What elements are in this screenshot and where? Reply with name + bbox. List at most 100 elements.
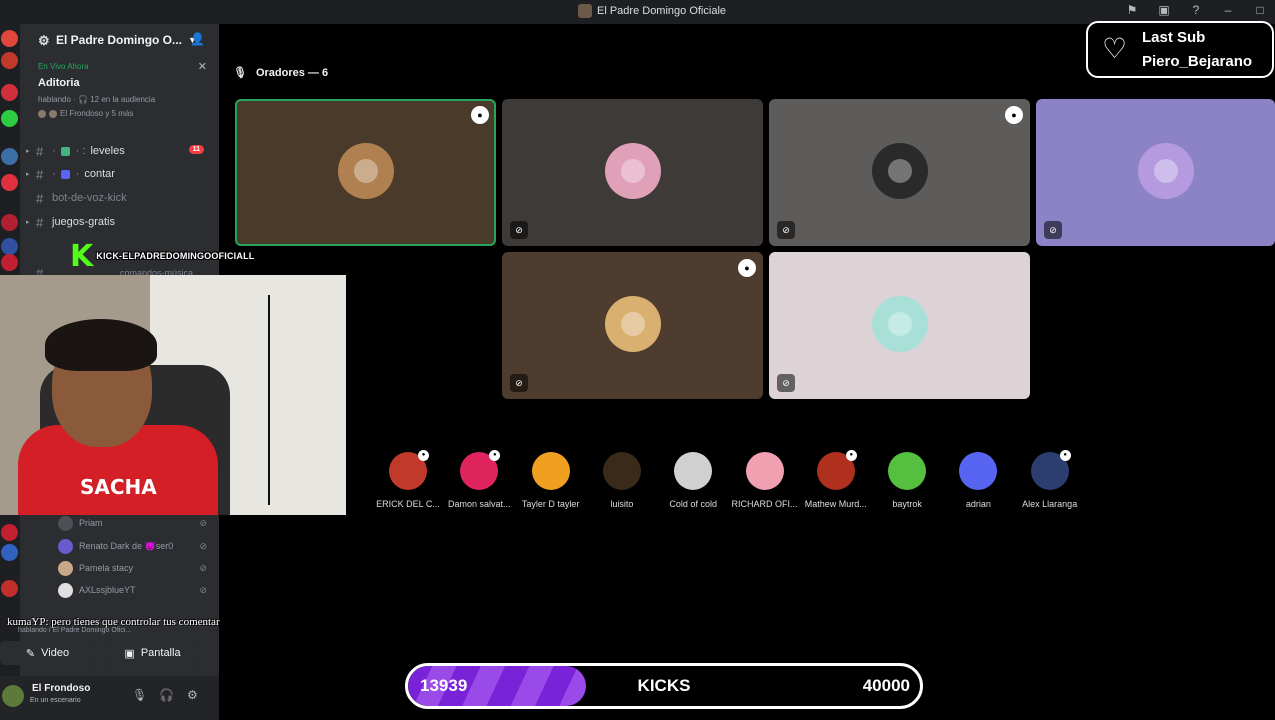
server-icon[interactable] [1,148,18,165]
server-icon[interactable] [1,52,18,69]
server-name: El Padre Domingo O... [56,33,183,47]
voice-user[interactable]: Priam ⊘ [58,514,213,532]
audience-name: Mathew Murd... [804,499,867,509]
audience-name: ERICK DEL C... [376,499,440,509]
server-icon[interactable] [1,174,18,191]
audience-member[interactable]: ● ERICK DEL C... [372,450,444,509]
moderator-icon: ● [845,450,857,461]
close-icon[interactable]: ✕ [198,60,207,73]
audience-member[interactable]: ● Mathew Murd... [800,450,872,509]
channel-label: leveles [90,145,125,157]
invite-icon[interactable]: 👤 [190,32,205,46]
server-icon[interactable] [1,214,18,231]
audience-member[interactable]: Tayler D tayler [515,452,587,509]
screen-share-icon: ▣ [124,647,135,660]
channel-emoji-icon [60,169,70,179]
speaker-tile[interactable]: ● [235,99,496,246]
channel-juegos-gratis[interactable]: ▸ # juegos-gratis [26,211,216,233]
channel-leveles[interactable]: ▸ # · · : leveles 11 [26,140,216,162]
server-icon[interactable] [1,254,18,271]
voice-user[interactable]: AXLssjblueYT ⊘ [58,581,213,599]
speaker-tile[interactable]: ⊘ [1036,99,1275,246]
audience-name: luisito [610,499,634,509]
channel-contar[interactable]: ▸ # · · contar [26,163,216,185]
speaker-tile[interactable]: ⊘ [502,99,763,246]
avatar [58,538,73,554]
minimize-icon[interactable]: – [1219,3,1237,17]
voice-user[interactable]: Renato Dark de 😈ser0 ⊘ [58,537,213,555]
audience-member[interactable]: ● Damon salvat... [443,450,515,509]
audience-member[interactable]: ● Alex Llaranga [1014,450,1086,509]
channel-bot-de-voz-kick[interactable]: # bot-de-voz-kick [26,187,216,209]
hash-icon: # [36,143,44,159]
server-icon[interactable] [1,544,18,561]
moderator-icon: ● [471,106,489,124]
server-settings-icon: ⚙ [38,33,50,48]
video-button[interactable]: ✎ Video [0,641,95,665]
avatar [1138,143,1194,199]
last-sub-name: Piero_Bejarano [1142,53,1253,70]
avatar[interactable] [2,685,24,707]
avatar [531,452,570,490]
video-off-icon: ✎ [25,647,36,660]
audience-member[interactable]: RICHARD OFI... [729,452,801,509]
voice-actions: ✎ Video ▣ Pantalla [0,641,219,667]
audience-name: Cold of cold [669,499,717,509]
heart-icon: ♡ [1102,33,1128,64]
audience-member[interactable]: luisito [586,452,658,509]
window-title: El Padre Domingo Oficiale [578,4,726,18]
user-status: En un escenario [30,697,81,704]
server-icon[interactable] [1,84,18,101]
voice-connection-sub: hablando / El Padre Domingo Ofici... [18,627,132,634]
maximize-icon[interactable]: □ [1251,3,1269,17]
speaker-tile[interactable]: ⊘ ● [769,99,1030,246]
inbox-icon[interactable]: ▣ [1155,3,1173,17]
server-icon[interactable] [1,30,18,47]
server-header[interactable]: ⚙ El Padre Domingo O... ▼ 👤 [20,24,219,56]
voice-user[interactable]: Pamela stacy ⊘ [58,559,213,577]
titlebar-controls: ⚑ ▣ ? – □ [1123,3,1269,17]
avatar [58,560,73,576]
server-icon[interactable] [1,524,18,541]
flag-icon[interactable]: ⚑ [1123,3,1141,17]
mic-muted-icon: ⊘ [510,221,528,239]
microphone-icon: 🎙 [233,67,247,79]
screen-share-button[interactable]: ▣ Pantalla [105,641,200,665]
avatar: ● [389,450,429,490]
channel-emoji-icon [60,146,70,156]
server-icon [578,4,592,18]
microphone-icon[interactable]: 🎙 [132,688,147,702]
moderator-icon: ● [418,450,429,461]
moderator-icon: ● [738,259,756,277]
title-bar: El Padre Domingo Oficiale ⚑ ▣ ? – □ [0,0,1275,24]
speaker-tile[interactable]: ⊘ [769,252,1030,399]
webcam-feed: SACHA [0,275,346,515]
audience-member[interactable]: adrian [942,452,1014,509]
channel-label: juegos-gratis [52,216,115,228]
kicks-label: KICKS [637,676,691,695]
avatar [959,452,998,490]
help-icon[interactable]: ? [1187,3,1205,17]
server-icon[interactable] [1,110,18,127]
settings-icon[interactable]: ⚙ [187,688,198,702]
caret-icon: ▸ [26,148,30,155]
hash-icon: # [36,166,44,182]
kick-handle-banner: K KICK-ELPADREDOMINGOOFICIALL [70,239,254,274]
server-icon[interactable] [1,580,18,597]
server-icon[interactable] [1,238,18,255]
audience-name: Tayler D tayler [521,499,580,509]
avatar: ● [1030,450,1071,490]
avatar [605,143,661,199]
audience-member[interactable]: Cold of cold [657,452,729,509]
avatar [58,515,73,531]
unread-badge: 11 [188,145,204,154]
live-stage-panel[interactable]: En Vivo Ahora ✕ Aditoria hablando · 🎧 12… [20,58,219,136]
stage-meta: hablando · 🎧 12 en la audiencia [38,95,156,104]
avatar [674,452,713,490]
audience-member[interactable]: baytrok [871,452,943,509]
stage-name: Aditoria [38,77,80,89]
audience-name: Damon salvat... [448,499,511,509]
speaker-tile[interactable]: ⊘ ● [502,252,763,399]
headphones-icon[interactable]: 🎧 [159,688,174,702]
mic-muted-icon: ⊘ [777,374,795,392]
